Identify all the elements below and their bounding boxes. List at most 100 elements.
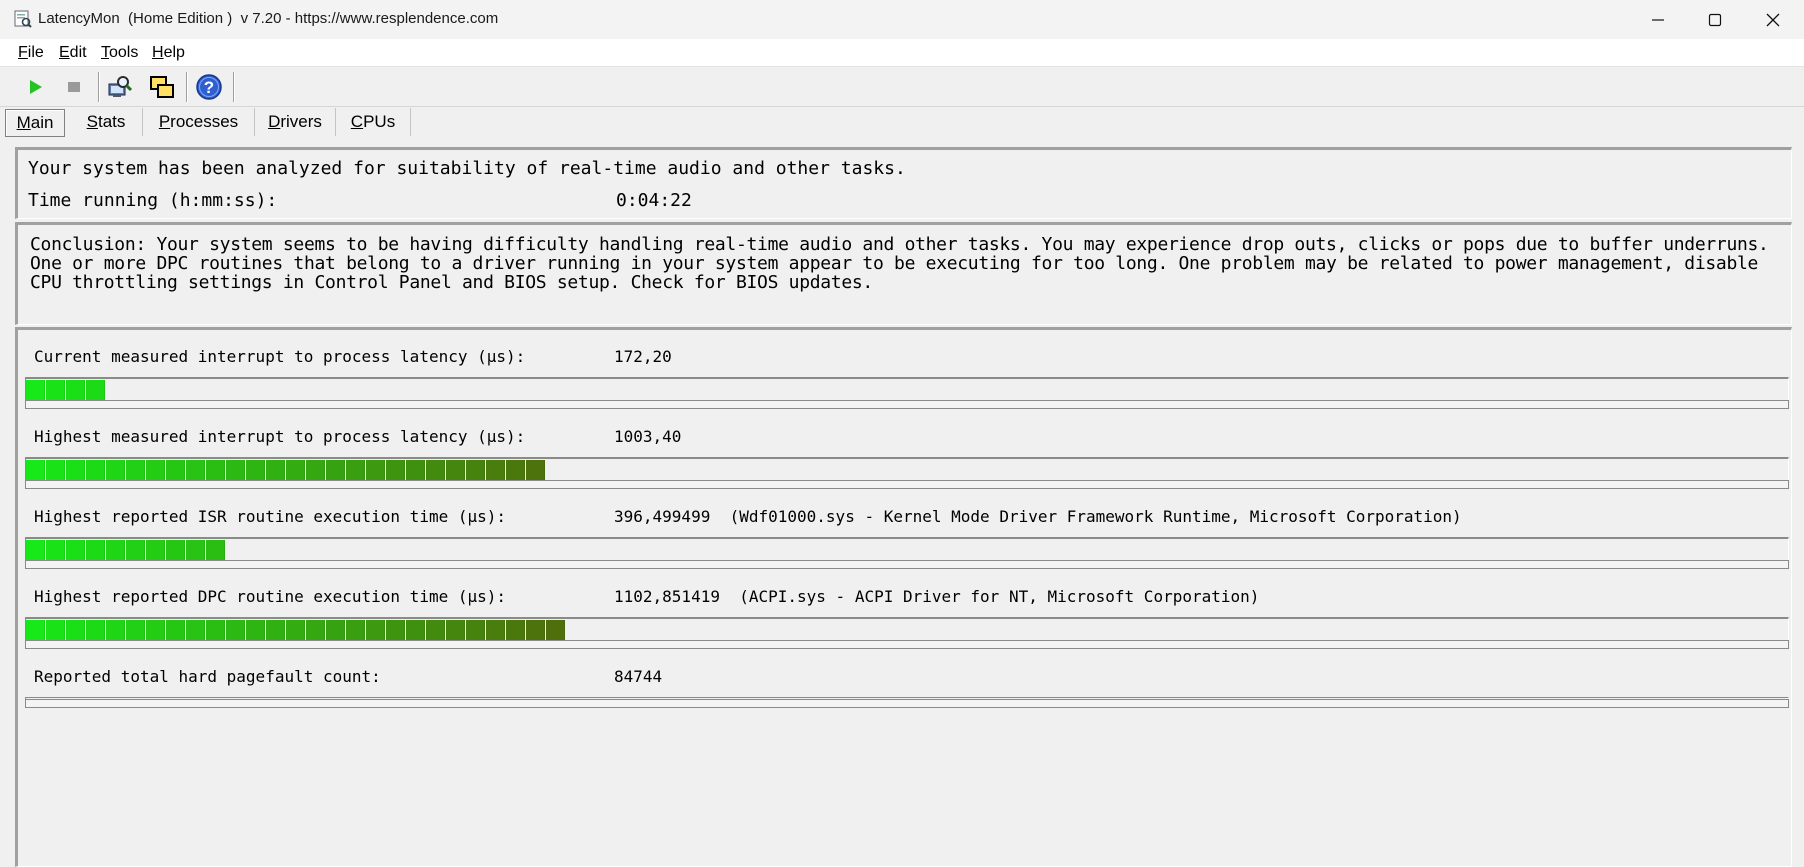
- windows-cascade-icon: [150, 76, 174, 98]
- latency-bar: [25, 457, 1789, 489]
- metric-label: Current measured interrupt to process la…: [34, 347, 526, 366]
- analysis-text: Your system has been analyzed for suitab…: [28, 158, 906, 179]
- magnifier-computer-icon: [108, 76, 133, 97]
- bar-segment: [226, 620, 245, 640]
- close-button[interactable]: [1744, 0, 1802, 39]
- bar-segment: [366, 620, 385, 640]
- bar-segment: [46, 620, 65, 640]
- toolbar: ?: [0, 67, 1804, 107]
- bar-segment: [86, 620, 105, 640]
- tab-processes[interactable]: Processes: [143, 108, 255, 136]
- menu-tools[interactable]: Tools: [101, 44, 138, 62]
- menu-edit[interactable]: Edit: [59, 44, 87, 62]
- bar-segment: [306, 460, 325, 480]
- bar-segment: [406, 460, 425, 480]
- bar-segment: [106, 620, 125, 640]
- toolbar-separator: [186, 72, 187, 102]
- metric-label: Reported total hard pagefault count:: [34, 667, 381, 686]
- help-button[interactable]: ?: [195, 73, 223, 101]
- tab-main[interactable]: Main: [5, 109, 65, 137]
- bar-segment: [126, 620, 145, 640]
- toolbar-separator: [233, 72, 234, 102]
- bar-segment: [266, 620, 285, 640]
- minimize-button[interactable]: [1629, 0, 1687, 39]
- bar-segment: [126, 540, 145, 560]
- metric-value: 1003,40: [614, 427, 682, 446]
- bar-segment: [446, 620, 465, 640]
- bar-segment: [246, 620, 265, 640]
- bar-segment: [346, 460, 365, 480]
- bar-segment: [306, 620, 325, 640]
- bar-segment: [386, 460, 405, 480]
- bar-segment: [186, 620, 205, 640]
- start-button[interactable]: [21, 73, 49, 101]
- bar-segment: [146, 540, 165, 560]
- help-icon: ?: [196, 74, 222, 100]
- metric-label: Highest measured interrupt to process la…: [34, 427, 526, 446]
- bar-segment: [506, 460, 525, 480]
- bar-segment: [86, 540, 105, 560]
- bar-segment: [166, 460, 185, 480]
- time-running-value: 0:04:22: [616, 190, 692, 211]
- metric-label: Highest reported DPC routine execution t…: [34, 587, 507, 606]
- bar-segment: [46, 540, 65, 560]
- stop-icon: [68, 82, 80, 92]
- bar-segment: [66, 460, 85, 480]
- bar-segment: [146, 460, 165, 480]
- conclusion-panel: Conclusion: Your system seems to be havi…: [15, 222, 1792, 325]
- title-bar: LatencyMon (Home Edition ) v 7.20 - http…: [0, 0, 1804, 39]
- bar-segment: [366, 460, 385, 480]
- bar-segment: [46, 380, 65, 400]
- bar-segment: [66, 380, 85, 400]
- bar-segment: [526, 460, 545, 480]
- bar-segment: [466, 620, 485, 640]
- bar-segment: [326, 620, 345, 640]
- bar-fill: [26, 620, 566, 640]
- window-title: LatencyMon (Home Edition ) v 7.20 - http…: [38, 10, 499, 27]
- bar-segment: [506, 620, 525, 640]
- bar-segment: [146, 620, 165, 640]
- latency-bar: [25, 537, 1789, 569]
- toolbar-separator: [98, 72, 99, 102]
- bar-segment: [426, 460, 445, 480]
- menu-file[interactable]: File: [18, 44, 44, 62]
- maximize-button[interactable]: [1686, 0, 1744, 39]
- metric-label: Highest reported ISR routine execution t…: [34, 507, 507, 526]
- windows-button[interactable]: [148, 73, 176, 101]
- app-icon: [14, 10, 32, 28]
- bar-segment: [246, 460, 265, 480]
- bar-segment: [386, 620, 405, 640]
- bar-segment: [26, 540, 45, 560]
- bar-segment: [266, 460, 285, 480]
- bar-segment: [286, 620, 305, 640]
- bar-segment: [46, 460, 65, 480]
- bar-segment: [486, 460, 505, 480]
- bar-segment: [206, 460, 225, 480]
- bar-segment: [446, 460, 465, 480]
- bar-fill: [26, 540, 226, 560]
- metric-value: 396,499499 (Wdf01000.sys - Kernel Mode D…: [614, 507, 1462, 526]
- bar-segment: [26, 620, 45, 640]
- bar-segment: [466, 460, 485, 480]
- bar-fill: [26, 460, 546, 480]
- tab-stats[interactable]: Stats: [70, 108, 143, 136]
- latency-bar: [25, 377, 1789, 409]
- bar-segment: [206, 620, 225, 640]
- bar-segment: [86, 460, 105, 480]
- latency-bar: [25, 617, 1789, 649]
- bar-segment: [26, 460, 45, 480]
- bar-segment: [166, 620, 185, 640]
- metric-value: 172,20: [614, 347, 672, 366]
- stop-button[interactable]: [60, 73, 88, 101]
- bar-segment: [66, 540, 85, 560]
- inspect-button[interactable]: [106, 73, 134, 101]
- bar-segment: [126, 460, 145, 480]
- tab-drivers[interactable]: Drivers: [255, 108, 336, 136]
- bar-segment: [106, 460, 125, 480]
- maximize-icon: [1708, 13, 1722, 26]
- tab-cpus[interactable]: C PUs: [336, 108, 411, 136]
- conclusion-text: Conclusion: Your system seems to be havi…: [30, 234, 1769, 293]
- bar-segment: [226, 460, 245, 480]
- menu-help[interactable]: Help: [152, 44, 185, 62]
- bar-segment: [406, 620, 425, 640]
